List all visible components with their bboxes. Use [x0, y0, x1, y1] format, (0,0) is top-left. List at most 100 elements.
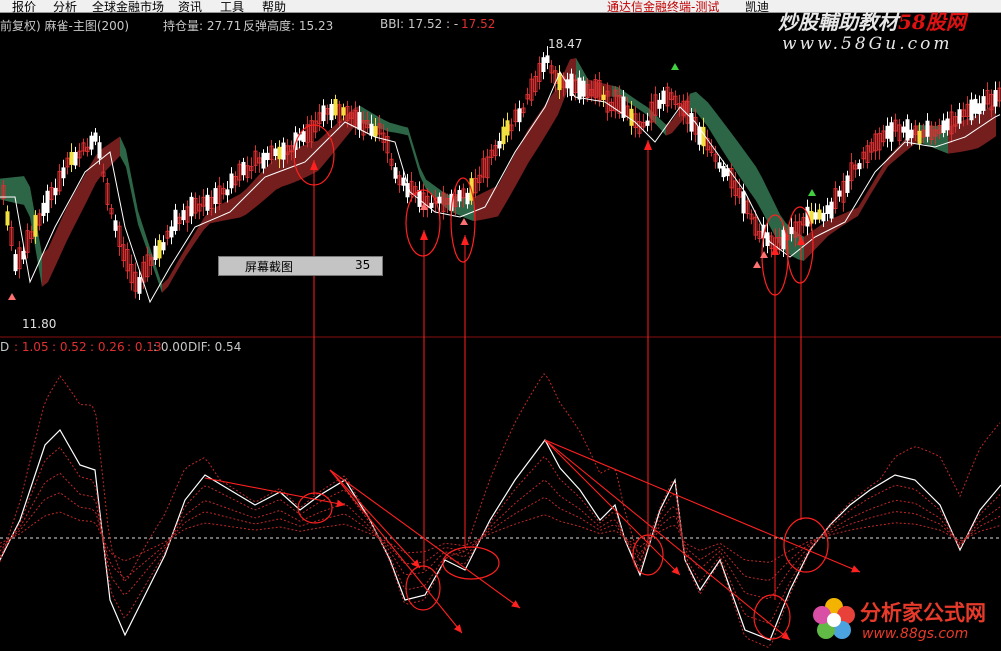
- candle-body: [581, 80, 586, 97]
- indicator-v3: : 0.26: [90, 340, 125, 354]
- up-arrow-icon: [420, 230, 428, 240]
- candle-body: [505, 120, 510, 136]
- candle-body: [885, 125, 890, 139]
- trend-band-segment: [708, 102, 714, 137]
- candle-body: [281, 142, 286, 160]
- trend-band-segment: [402, 126, 408, 136]
- trend-band-segment: [504, 162, 510, 207]
- logo-text: 分析家公式网: [860, 601, 986, 625]
- candle-body: [273, 148, 278, 157]
- candle-body: [181, 210, 186, 221]
- indicator-prefix: D: [0, 340, 10, 354]
- candle-body: [973, 98, 978, 114]
- candle-body: [329, 103, 334, 121]
- arrow-head-icon: [511, 600, 520, 608]
- trend-band-segment: [738, 142, 744, 184]
- candle-body: [941, 120, 946, 133]
- candle-body: [369, 123, 374, 136]
- trend-band-segment: [132, 180, 138, 225]
- trend-band-segment: [978, 110, 984, 149]
- trend-band-segment: [552, 86, 558, 125]
- candle-body: [701, 126, 706, 147]
- trend-band-segment: [858, 197, 864, 217]
- trend-band-segment: [864, 187, 870, 206]
- trend-band-segment: [318, 135, 324, 172]
- trend-band-segment: [408, 127, 414, 156]
- high-price-label: 18.47: [548, 37, 583, 51]
- trend-band-segment: [744, 150, 750, 193]
- candle-body: [501, 126, 506, 145]
- arrow-head-icon: [453, 624, 462, 633]
- trend-band-segment: [252, 176, 258, 210]
- candle-body: [333, 99, 338, 116]
- signal-line: [0, 511, 1001, 563]
- candle-body: [69, 151, 74, 165]
- buy-marker-icon: [760, 251, 768, 258]
- logo-url: www.88gs.com: [862, 626, 969, 642]
- candle-body: [905, 119, 910, 141]
- chart-canvas[interactable]: [0, 0, 1001, 651]
- trend-band-segment: [480, 191, 486, 221]
- trend-band-segment: [246, 182, 252, 215]
- up-arrow-icon: [461, 235, 469, 245]
- buy-marker-icon: [753, 261, 761, 268]
- trend-line: [544, 439, 861, 573]
- trend-band-segment: [498, 174, 504, 217]
- candle-body: [5, 211, 10, 226]
- candle-body: [909, 129, 914, 139]
- highlight-ellipse: [753, 594, 791, 640]
- candle-body: [261, 152, 266, 169]
- candle-body: [813, 212, 818, 220]
- screenshot-popup[interactable]: 屏幕截图 35: [218, 256, 383, 276]
- candle-body: [821, 212, 826, 222]
- candle-body: [97, 142, 102, 159]
- trend-band-segment: [156, 266, 162, 293]
- candle-body: [341, 107, 346, 116]
- trend-band-segment: [840, 212, 846, 228]
- candle-body: [169, 226, 174, 238]
- candle-body: [781, 229, 786, 250]
- buy-marker-icon: [8, 293, 16, 300]
- candle-body: [917, 130, 922, 144]
- trend-band-segment: [264, 163, 270, 201]
- candle-body: [845, 175, 850, 193]
- candle-body: [969, 99, 974, 121]
- signal-line: [0, 472, 1001, 600]
- candle-body: [577, 77, 582, 100]
- trend-band-segment: [24, 176, 30, 218]
- candle-body: [321, 105, 326, 122]
- candle-body: [657, 99, 662, 109]
- trend-band-segment: [390, 122, 396, 133]
- flower-logo-icon: [813, 598, 855, 639]
- trend-band-segment: [330, 124, 336, 157]
- candle-body: [213, 188, 218, 205]
- candle-body: [137, 277, 142, 294]
- trend-line: [329, 469, 421, 569]
- trend-band-segment: [630, 95, 636, 108]
- candle-body: [465, 192, 470, 205]
- trend-band-segment: [168, 268, 174, 287]
- trend-band-segment: [750, 158, 756, 201]
- sell-marker-icon: [671, 63, 679, 70]
- candle-body: [717, 162, 722, 169]
- candle-body: [277, 146, 282, 160]
- trend-line: [204, 477, 346, 506]
- candle-body: [13, 254, 18, 272]
- highlight-ellipse: [783, 517, 829, 573]
- trend-band-segment: [270, 156, 276, 196]
- trend-band-segment: [396, 124, 402, 134]
- candle-body: [61, 167, 66, 179]
- trend-band-segment: [162, 278, 168, 293]
- candle-body: [545, 55, 550, 63]
- candle-body: [541, 57, 546, 72]
- trend-band-segment: [414, 147, 420, 176]
- candle-body: [173, 209, 178, 231]
- trend-band-segment: [174, 257, 180, 277]
- trend-band-segment: [120, 136, 126, 168]
- candle-body: [497, 140, 502, 149]
- trend-band-segment: [258, 169, 264, 206]
- candle-body: [457, 190, 462, 202]
- candle-body: [153, 245, 158, 261]
- indicator-v5: : 0.00: [153, 340, 188, 354]
- trend-band-segment: [492, 185, 498, 218]
